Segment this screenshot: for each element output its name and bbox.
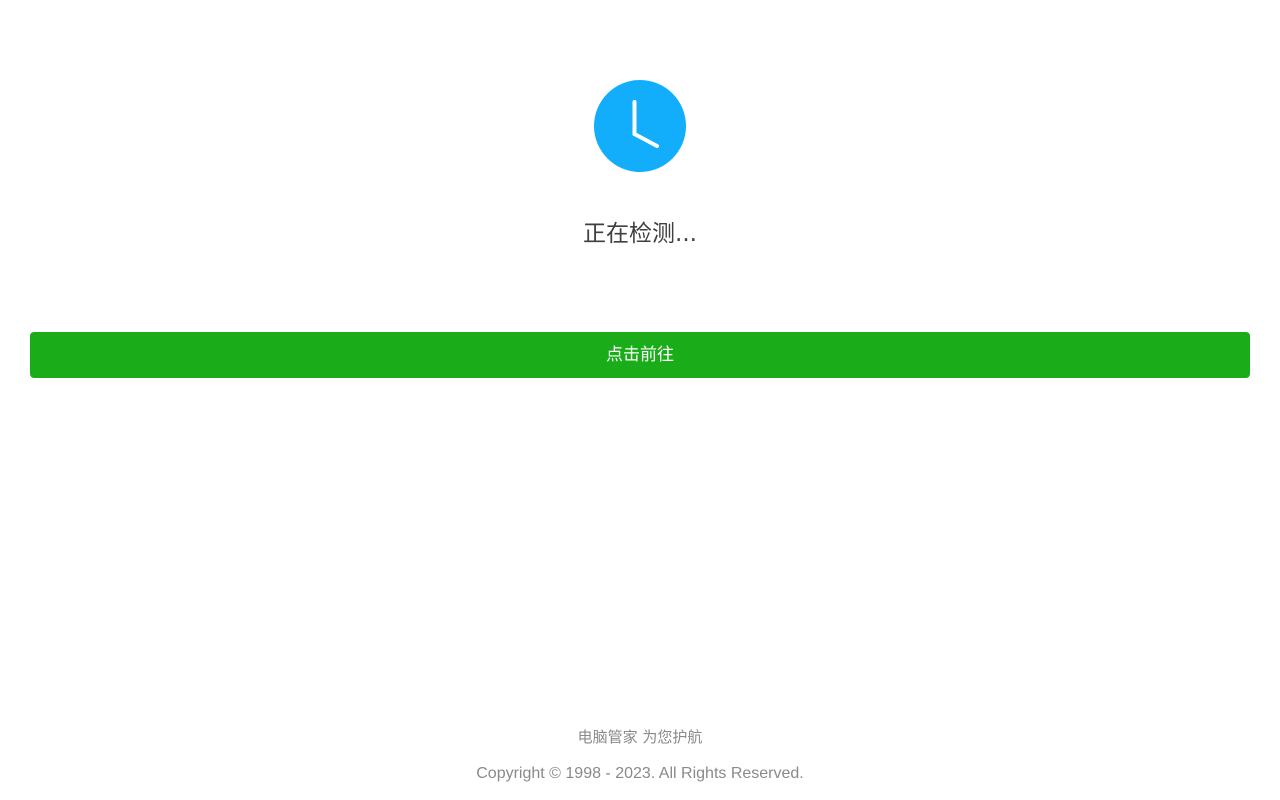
detection-page: 正在检测... 点击前往 电脑管家 为您护航 Copyright © 1998 … — [0, 0, 1280, 800]
clock-face — [594, 80, 686, 172]
footer-slogan: 电脑管家 为您护航 — [577, 728, 703, 746]
footer-copyright: Copyright © 1998 - 2023. All Rights Rese… — [476, 765, 804, 782]
clock-icon — [594, 80, 686, 172]
go-button[interactable]: 点击前往 — [30, 332, 1250, 378]
detection-status-text: 正在检测... — [583, 221, 697, 247]
